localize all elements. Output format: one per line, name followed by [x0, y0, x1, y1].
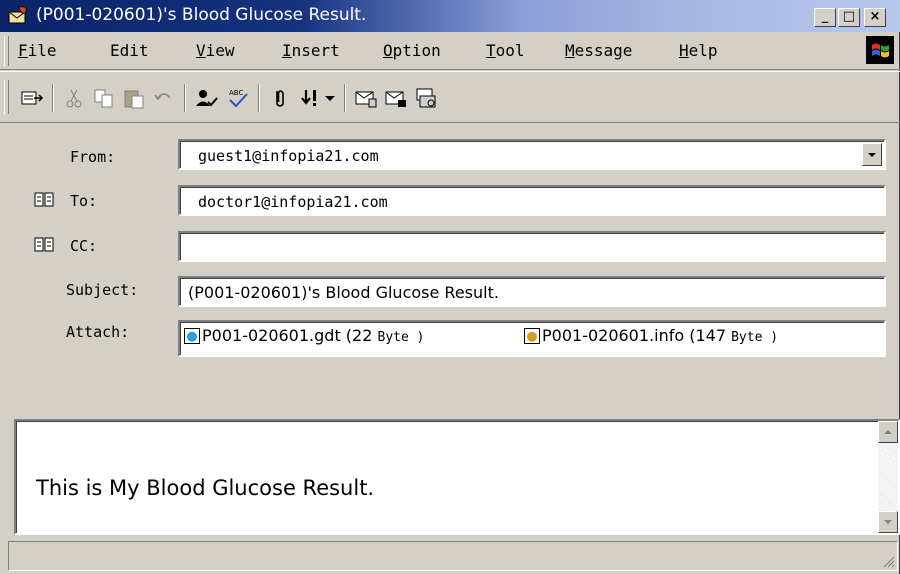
- attachment-size: Byte ): [377, 330, 425, 345]
- minimize-button[interactable]: _: [814, 8, 836, 27]
- toolbar-separator: [258, 84, 260, 112]
- menu-edit[interactable]: Edit: [110, 41, 149, 60]
- attachment-info[interactable]: P001-020601.info (147 Byte ): [524, 326, 778, 345]
- subject-label: Subject:: [66, 281, 139, 299]
- menu-grip[interactable]: [4, 36, 9, 66]
- maximize-button[interactable]: □: [838, 8, 860, 27]
- compose-mail-icon: [8, 6, 27, 24]
- gdt-file-icon: [184, 328, 200, 344]
- from-field[interactable]: guest1@infopia21.com: [178, 139, 886, 170]
- from-label: From:: [70, 148, 116, 166]
- attachment-name: P001-020601.info (147: [542, 326, 726, 345]
- compose-window: (P001-020601)'s Blood Glucose Result. _ …: [0, 0, 900, 574]
- cut-icon[interactable]: [62, 86, 86, 110]
- resize-grip-icon[interactable]: [881, 554, 895, 568]
- svg-text:ABC: ABC: [229, 89, 243, 97]
- address-book-icon[interactable]: [34, 237, 54, 253]
- close-button[interactable]: ×: [864, 8, 886, 27]
- from-dropdown-button[interactable]: [862, 143, 882, 166]
- to-label: To:: [70, 192, 98, 210]
- toolbar-separator: [344, 84, 346, 112]
- menu-insert[interactable]: Insert: [282, 41, 340, 60]
- attachment-size: Byte ): [731, 330, 779, 345]
- to-value: doctor1@infopia21.com: [198, 193, 388, 211]
- send-icon[interactable]: [20, 86, 44, 110]
- menu-help[interactable]: Help: [679, 41, 718, 60]
- cc-field[interactable]: [178, 231, 886, 262]
- chevron-up-icon: [884, 430, 892, 434]
- chevron-down-icon: [884, 520, 892, 524]
- menu-file[interactable]: File: [18, 41, 57, 60]
- paste-icon[interactable]: [122, 86, 146, 110]
- subject-value: (P001-020601)'s Blood Glucose Result.: [188, 283, 499, 302]
- toolbar-grip[interactable]: [4, 80, 9, 114]
- priority-icon[interactable]: [298, 86, 322, 110]
- toolbar-separator: [52, 84, 54, 112]
- attach-label: Attach:: [66, 323, 130, 341]
- toolbar: ABC: [0, 71, 900, 123]
- menu-message[interactable]: Message: [565, 41, 632, 60]
- attachment-name: P001-020601.gdt (22: [202, 326, 373, 345]
- from-value: guest1@infopia21.com: [198, 147, 379, 165]
- windows-logo-icon: [866, 36, 894, 64]
- menu-view[interactable]: View: [196, 41, 235, 60]
- body-text: This is My Blood Glucose Result.: [36, 476, 375, 500]
- offline-icon[interactable]: [414, 86, 438, 110]
- scroll-down-button[interactable]: [878, 511, 898, 533]
- vertical-scrollbar[interactable]: [878, 421, 898, 533]
- copy-icon[interactable]: [92, 86, 116, 110]
- cc-label: CC:: [70, 237, 98, 255]
- attachment-gdt[interactable]: P001-020601.gdt (22 Byte ): [184, 326, 424, 345]
- toolbar-separator: [184, 84, 186, 112]
- chevron-down-icon: [868, 153, 876, 157]
- sign-icon[interactable]: [354, 86, 378, 110]
- to-field[interactable]: doctor1@infopia21.com: [178, 185, 886, 216]
- encrypt-icon[interactable]: [384, 86, 408, 110]
- status-bar: [8, 541, 898, 571]
- title-bar[interactable]: (P001-020601)'s Blood Glucose Result. _ …: [0, 0, 900, 32]
- message-body[interactable]: This is My Blood Glucose Result.: [14, 419, 900, 535]
- menu-bar: File Edit View Insert Option Tool Messag…: [0, 32, 900, 70]
- undo-icon[interactable]: [152, 86, 176, 110]
- attach-icon[interactable]: [268, 86, 292, 110]
- spelling-icon[interactable]: ABC: [226, 86, 250, 110]
- address-book-icon[interactable]: [34, 192, 54, 208]
- info-file-icon: [524, 328, 540, 344]
- priority-dropdown-icon[interactable]: [322, 86, 338, 110]
- menu-tool[interactable]: Tool: [486, 41, 525, 60]
- message-header: From: guest1@infopia21.com To: doctor1@i…: [0, 124, 900, 414]
- window-title: (P001-020601)'s Blood Glucose Result.: [36, 5, 367, 25]
- subject-field[interactable]: (P001-020601)'s Blood Glucose Result.: [178, 276, 886, 307]
- check-names-icon[interactable]: [194, 86, 218, 110]
- attach-field[interactable]: P001-020601.gdt (22 Byte ) P001-020601.i…: [178, 320, 886, 357]
- scroll-up-button[interactable]: [878, 421, 898, 443]
- menu-option[interactable]: Option: [383, 41, 441, 60]
